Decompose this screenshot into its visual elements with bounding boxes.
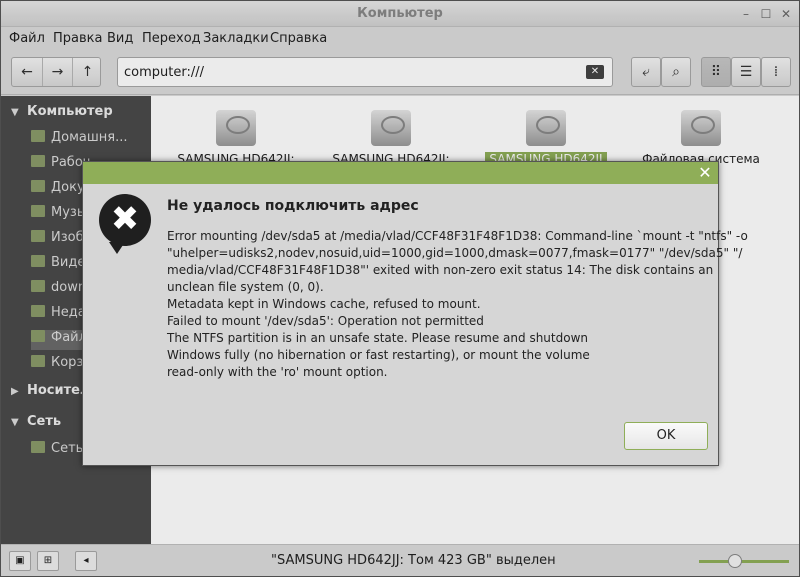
message-line: Windows fully (no hibernation or fast re… <box>167 348 590 362</box>
message-line: Metadata kept in Windows cache, refused … <box>167 297 481 311</box>
message-line: "uhelper=udisks2,nodev,nosuid,uid=1000,g… <box>167 246 743 260</box>
message-line: Failed to mount '/dev/sda5': Operation n… <box>167 314 484 328</box>
message-line: Error mounting /dev/sda5 at /media/vlad/… <box>167 229 748 243</box>
dialog-message: Error mounting /dev/sda5 at /media/vlad/… <box>167 228 748 381</box>
message-line: unclean file system (0, 0). <box>167 280 324 294</box>
message-line: read-only with the 'ro' mount option. <box>167 365 388 379</box>
dialog-heading: Не удалось подключить адрес <box>167 198 419 214</box>
error-dialog: ✕ ✖ Не удалось подключить адрес Error mo… <box>82 161 748 466</box>
dialog-title-bar[interactable]: ✕ <box>83 162 718 184</box>
close-icon[interactable]: ✕ <box>696 164 714 182</box>
message-line: media/vlad/CCF48F31F48F1D38"' exited wit… <box>167 263 714 277</box>
ok-button[interactable]: OK <box>624 422 708 450</box>
message-line: The NTFS partition is in an unsafe state… <box>167 331 588 345</box>
error-icon: ✖ <box>99 194 151 254</box>
